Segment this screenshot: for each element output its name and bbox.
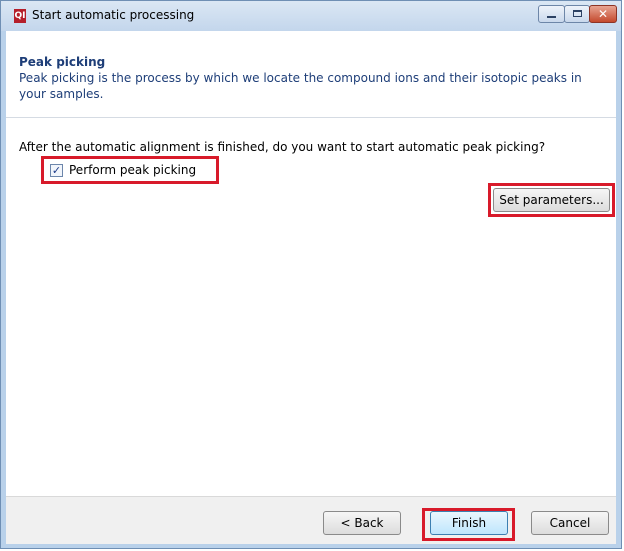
dialog-window: QI Start automatic processing ✕ Peak pic… <box>0 0 622 549</box>
perform-peak-picking-label[interactable]: Perform peak picking <box>69 163 196 177</box>
wizard-header: Peak picking Peak picking is the process… <box>6 31 616 118</box>
wizard-content: After the automatic alignment is finishe… <box>6 118 616 496</box>
wizard-footer: < Back Finish Cancel <box>6 496 616 544</box>
question-text: After the automatic alignment is finishe… <box>19 140 546 154</box>
cancel-button[interactable]: Cancel <box>531 511 609 535</box>
maximize-icon <box>573 10 582 17</box>
close-button[interactable]: ✕ <box>589 5 617 23</box>
title-bar[interactable]: QI Start automatic processing ✕ <box>1 1 621 31</box>
page-description: Peak picking is the process by which we … <box>19 71 582 101</box>
page-title: Peak picking <box>19 55 106 69</box>
minimize-button[interactable] <box>538 5 565 23</box>
minimize-icon <box>547 16 556 18</box>
perform-peak-picking-highlight: ✓ Perform peak picking <box>41 156 219 184</box>
set-parameters-button[interactable]: Set parameters... <box>493 188 610 212</box>
maximize-button[interactable] <box>564 5 590 23</box>
finish-button[interactable]: Finish <box>430 511 508 535</box>
back-button[interactable]: < Back <box>323 511 401 535</box>
window-title: Start automatic processing <box>32 8 195 22</box>
close-icon: ✕ <box>597 7 609 21</box>
set-parameters-highlight: Set parameters... <box>488 183 615 217</box>
finish-highlight: Finish <box>422 508 515 541</box>
perform-peak-picking-checkbox[interactable]: ✓ <box>50 164 63 177</box>
app-icon: QI <box>14 9 26 23</box>
